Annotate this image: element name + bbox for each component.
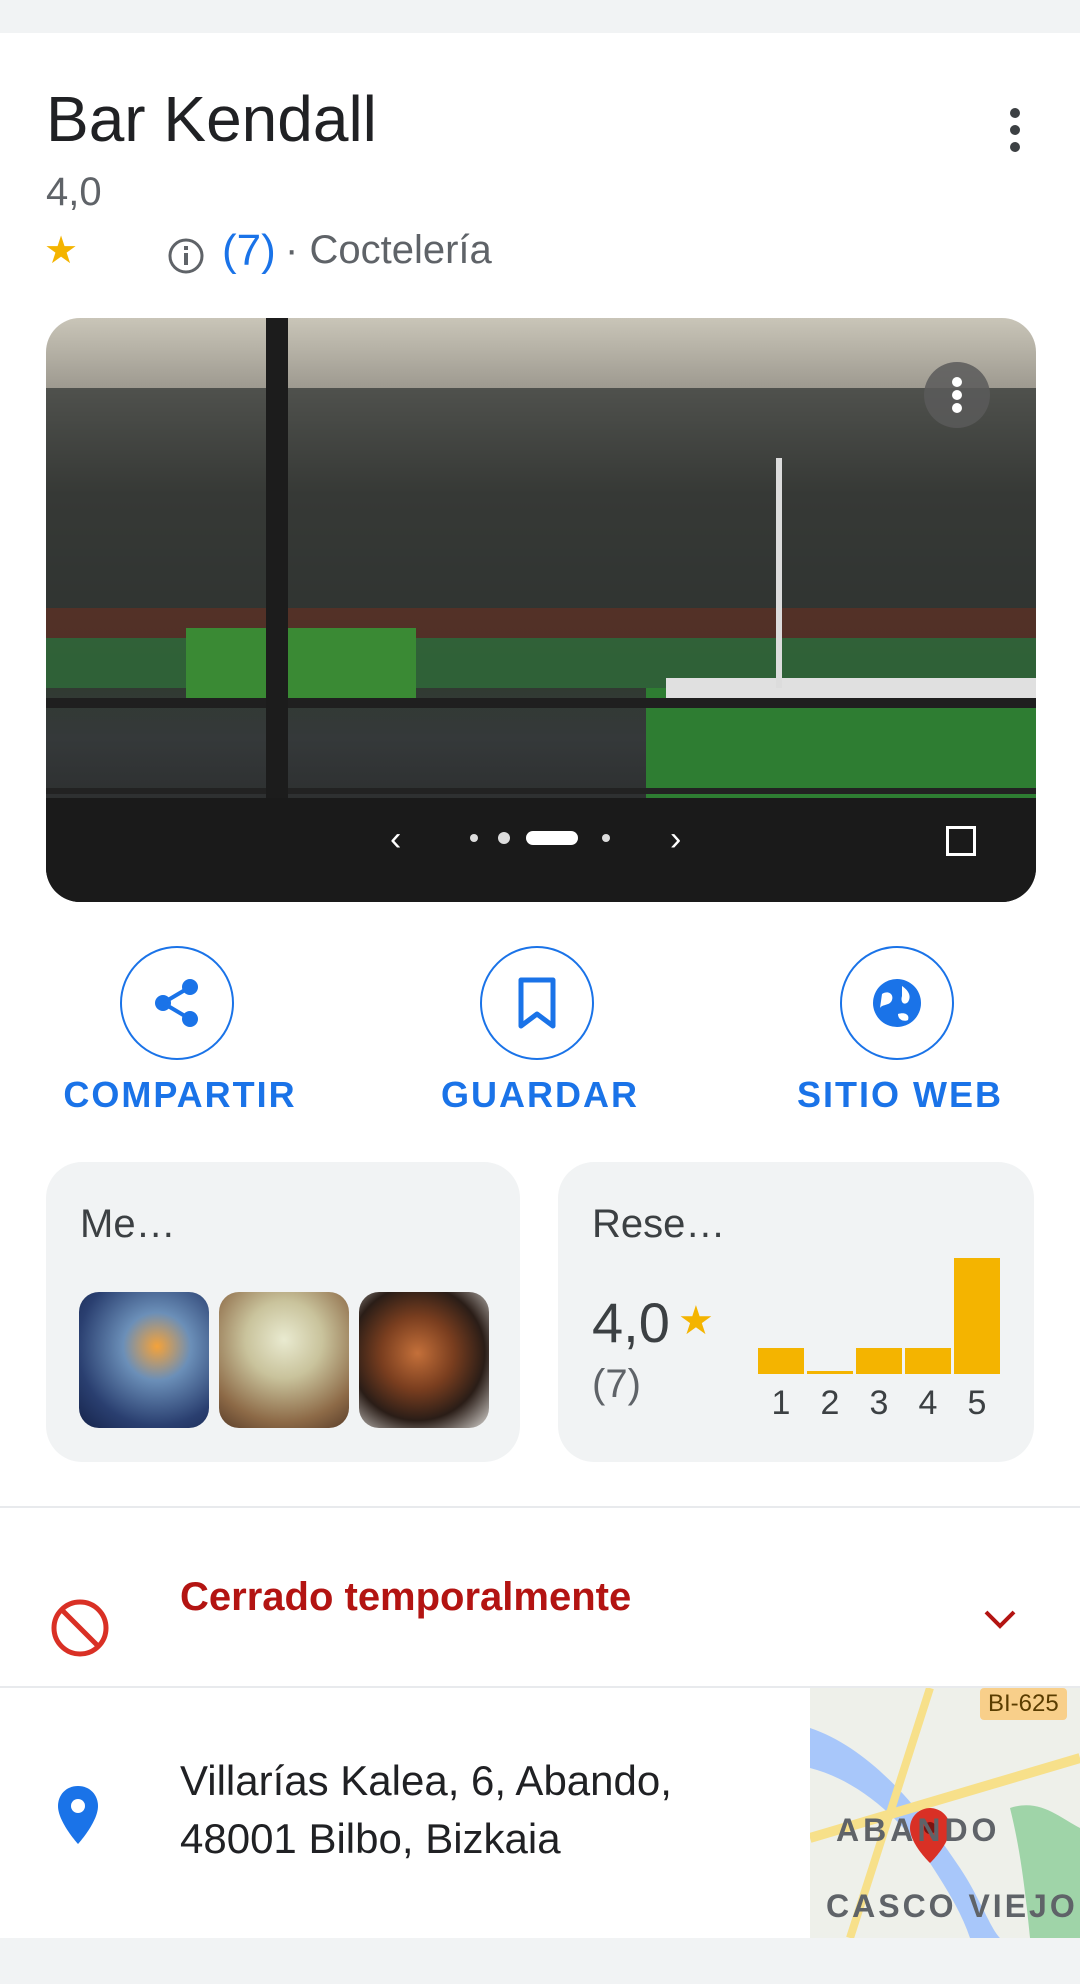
place-category: · Coctelería	[285, 228, 492, 273]
share-icon	[120, 946, 234, 1060]
histogram-label-1: 1	[771, 1384, 791, 1422]
chevron-down-icon[interactable]	[982, 1608, 1018, 1632]
share-button[interactable]: COMPARTIR	[20, 946, 340, 1126]
menu-tile[interactable]: Me…	[46, 1162, 520, 1462]
histogram-bar-2	[807, 1371, 853, 1374]
photo-pagination	[470, 831, 610, 845]
place-title: Bar Kendall	[46, 83, 377, 155]
reviews-tile[interactable]: Rese… 4,0 ★ (7) 12345	[558, 1162, 1034, 1462]
fullscreen-icon[interactable]	[946, 826, 976, 856]
category-label: Coctelería	[309, 228, 492, 272]
website-button[interactable]: SITIO WEB	[740, 946, 1060, 1126]
more-options-icon[interactable]	[1000, 105, 1030, 155]
info-icon[interactable]	[166, 236, 206, 276]
menu-photo-1[interactable]	[79, 1292, 209, 1428]
address-text[interactable]: Villarías Kalea, 6, Abando, 48001 Bilbo,…	[180, 1752, 720, 1868]
photo-more-button[interactable]	[924, 362, 990, 428]
rating-value: 4,0	[46, 170, 102, 214]
menu-tile-title: Me…	[80, 1202, 176, 1246]
road-label: BI-625	[980, 1688, 1067, 1720]
location-pin-icon	[58, 1786, 98, 1844]
bookmark-icon	[480, 946, 594, 1060]
star-icon: ★	[44, 230, 79, 272]
menu-photo-2[interactable]	[219, 1292, 349, 1428]
block-icon	[51, 1599, 109, 1657]
chevron-left-icon[interactable]: ‹	[390, 820, 401, 859]
reviews-rating: 4,0	[592, 1291, 670, 1354]
place-photo[interactable]	[46, 318, 1036, 902]
section-divider	[0, 1506, 1080, 1508]
menu-photo-3[interactable]	[359, 1292, 489, 1428]
star-icon: ★	[678, 1299, 714, 1343]
status-text: Cerrado temporalmente	[180, 1575, 632, 1619]
map-area-label-2: CASCO VIEJO	[826, 1888, 1078, 1924]
globe-icon	[840, 946, 954, 1060]
histogram-label-2: 2	[820, 1384, 840, 1422]
chevron-right-icon[interactable]: ›	[670, 820, 681, 859]
histogram-label-3: 3	[869, 1384, 889, 1422]
histogram-bar-4	[905, 1348, 951, 1374]
histogram-label-5: 5	[967, 1384, 987, 1422]
save-button[interactable]: GUARDAR	[380, 946, 700, 1126]
reviews-tile-title: Rese…	[592, 1202, 726, 1246]
histogram-bar-1	[758, 1348, 804, 1374]
more-vert-icon	[952, 377, 962, 413]
website-label: SITIO WEB	[797, 1074, 1003, 1115]
histogram-label-4: 4	[918, 1384, 938, 1422]
share-label: COMPARTIR	[63, 1074, 297, 1115]
histogram-bar-3	[856, 1348, 902, 1374]
map-thumbnail[interactable]: BI-625 ABANDO CASCO VIEJO	[810, 1688, 1080, 1938]
reviews-count: (7)	[592, 1362, 641, 1406]
separator: ·	[285, 228, 299, 272]
save-label: GUARDAR	[441, 1074, 639, 1115]
map-area-label: ABANDO	[836, 1812, 1001, 1848]
histogram-bar-5	[954, 1258, 1000, 1374]
reviews-count-link[interactable]: (7)	[222, 226, 276, 276]
photo-scene	[46, 318, 1036, 902]
